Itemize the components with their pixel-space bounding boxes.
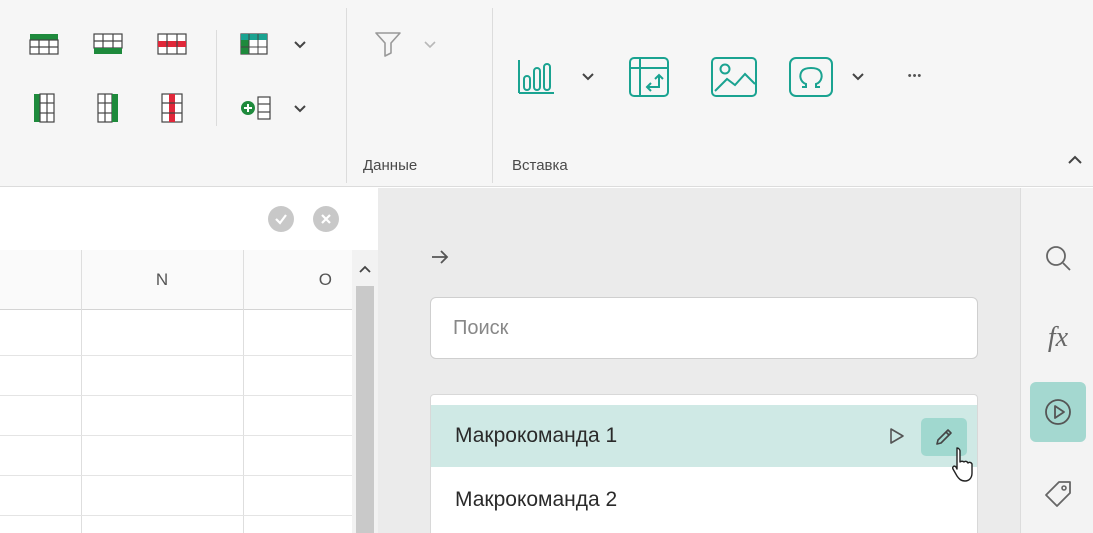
insert-cols-left-button[interactable] <box>28 90 60 126</box>
add-column-button[interactable] <box>236 90 276 126</box>
grid-line <box>243 250 244 533</box>
scroll-thumb[interactable] <box>356 286 374 533</box>
delete-cols-button[interactable] <box>156 90 188 126</box>
grid-line <box>0 515 352 516</box>
mouse-cursor-icon <box>952 447 973 482</box>
pivot-table-button[interactable] <box>626 54 672 100</box>
format-table-dropdown[interactable] <box>292 39 308 51</box>
more-button[interactable]: ••• <box>900 66 930 86</box>
macro-search-input[interactable] <box>430 297 978 359</box>
right-sidebar: fx <box>1020 188 1093 533</box>
omega-icon <box>789 57 833 97</box>
grid-line <box>0 395 352 396</box>
group-divider <box>346 8 347 183</box>
sidebar-search-button[interactable] <box>1030 228 1086 288</box>
arrow-right-icon <box>432 250 449 264</box>
ellipsis-icon: ••• <box>907 70 923 82</box>
ribbon: Данные ••• Вставка <box>0 0 1093 187</box>
grid-line <box>0 355 352 356</box>
chevron-down-icon <box>582 73 594 81</box>
search-icon <box>1046 246 1071 271</box>
special-symbol-dropdown[interactable] <box>850 71 866 83</box>
format-table-icon <box>240 33 268 55</box>
toolbar-separator <box>216 30 217 126</box>
chevron-up-icon <box>1068 155 1082 164</box>
bar-chart-icon <box>518 60 554 94</box>
insert-image-button[interactable] <box>708 54 760 100</box>
tag-icon <box>1045 481 1071 507</box>
insert-cols-right-icon <box>97 93 118 123</box>
add-column-dropdown[interactable] <box>292 103 308 115</box>
filter-icon <box>375 32 401 57</box>
spreadsheet-grid[interactable]: N O <box>0 250 352 533</box>
insert-cols-right-button[interactable] <box>92 90 124 126</box>
chart-dropdown[interactable] <box>580 71 596 83</box>
sidebar-functions-button[interactable]: fx <box>1030 308 1086 368</box>
chevron-down-icon <box>852 73 864 81</box>
formula-bar <box>0 188 378 250</box>
sidebar-macros-button[interactable] <box>1030 382 1086 442</box>
column-header-n[interactable]: N <box>81 250 243 310</box>
close-panel-button[interactable] <box>426 246 454 268</box>
cancel-formula-button[interactable] <box>313 206 339 232</box>
collapse-ribbon-button[interactable] <box>1064 150 1086 168</box>
play-circle-icon <box>1045 399 1071 425</box>
delete-rows-button[interactable] <box>156 30 188 58</box>
insert-rows-below-icon <box>93 33 123 54</box>
group-label-insert: Вставка <box>512 157 568 174</box>
column-header-prev[interactable] <box>0 250 81 310</box>
vertical-scrollbar[interactable] <box>352 250 378 533</box>
filter-dropdown[interactable] <box>422 39 438 51</box>
confirm-formula-button[interactable] <box>268 206 294 232</box>
chevron-down-icon <box>294 105 306 113</box>
check-icon <box>275 214 287 225</box>
special-symbol-button[interactable] <box>786 54 836 100</box>
macros-panel: Макрокоманда 1 Макрокоманда 2 <box>378 188 1020 533</box>
group-divider <box>492 8 493 183</box>
insert-rows-above-button[interactable] <box>28 30 60 58</box>
filter-button[interactable] <box>370 28 406 60</box>
delete-cols-icon <box>161 93 183 123</box>
close-icon <box>321 214 331 224</box>
chevron-up-icon <box>359 265 371 273</box>
macro-label: Макрокоманда 2 <box>455 488 618 511</box>
insert-rows-below-button[interactable] <box>92 30 124 58</box>
insert-rows-above-icon <box>29 34 59 55</box>
pencil-icon <box>936 429 952 445</box>
chart-button[interactable] <box>514 56 558 98</box>
play-icon <box>890 428 904 444</box>
pivot-table-icon <box>629 57 669 97</box>
delete-rows-icon <box>157 33 187 55</box>
sidebar-tags-button[interactable] <box>1030 464 1086 524</box>
column-header-o[interactable]: O <box>243 250 352 310</box>
macro-list: Макрокоманда 1 Макрокоманда 2 <box>430 394 978 533</box>
chevron-down-icon <box>294 41 306 49</box>
macro-label: Макрокоманда 1 <box>455 424 618 447</box>
group-label-data: Данные <box>363 157 418 174</box>
grid-line <box>0 475 352 476</box>
grid-line <box>81 250 82 533</box>
list-item[interactable]: Макрокоманда 2 <box>431 469 977 531</box>
format-table-button[interactable] <box>236 30 272 58</box>
scroll-up-button[interactable] <box>356 260 374 278</box>
list-item[interactable]: Макрокоманда 1 <box>431 405 977 467</box>
image-icon <box>711 57 757 97</box>
fx-icon: fx <box>1047 322 1069 353</box>
add-column-icon <box>241 96 271 120</box>
insert-cols-left-icon <box>34 93 55 123</box>
grid-line <box>0 435 352 436</box>
chevron-down-icon <box>424 41 436 49</box>
run-macro-button[interactable] <box>886 424 908 448</box>
